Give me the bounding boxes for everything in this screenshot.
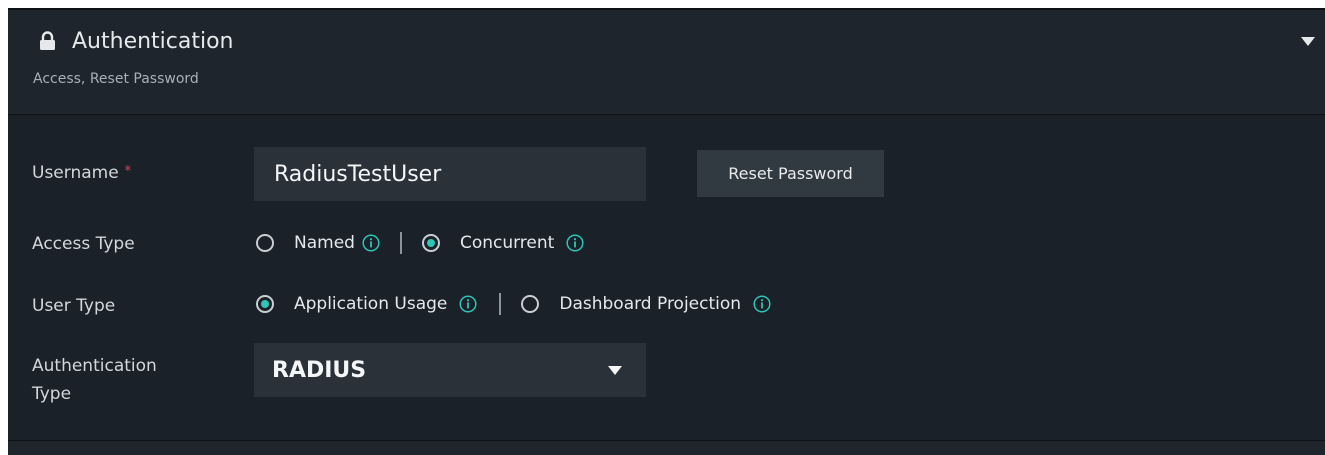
- authentication-type-label: Authentication Type: [32, 352, 157, 408]
- username-label: Username *: [32, 160, 131, 185]
- user-type-application-usage-radio[interactable]: [256, 295, 274, 313]
- access-type-radio-group: Named Concurrent: [256, 231, 584, 255]
- radio-selected-dot: [426, 239, 435, 247]
- access-type-concurrent-label[interactable]: Concurrent: [460, 233, 554, 253]
- username-label-text: Username: [32, 163, 119, 183]
- user-type-application-usage-label[interactable]: Application Usage: [294, 294, 447, 314]
- access-type-concurrent-radio[interactable]: [421, 234, 440, 252]
- info-icon[interactable]: [362, 234, 380, 252]
- user-type-radio-group: Application Usage Dashboard Projection: [256, 292, 771, 316]
- user-type-label: User Type: [32, 296, 116, 316]
- authentication-type-select[interactable]: RADIUS: [254, 343, 646, 397]
- required-marker: *: [124, 164, 132, 179]
- section-subtitle: Access, Reset Password: [33, 71, 199, 87]
- reset-password-button[interactable]: Reset Password: [697, 150, 884, 197]
- user-type-dashboard-projection-label[interactable]: Dashboard Projection: [559, 294, 741, 314]
- chevron-down-icon: [608, 365, 622, 375]
- access-type-label: Access Type: [32, 234, 135, 254]
- info-icon[interactable]: [459, 295, 477, 313]
- authentication-panel: Authentication Access, Reset Password Us…: [8, 8, 1325, 455]
- user-type-dashboard-projection-radio[interactable]: [521, 295, 540, 313]
- username-input[interactable]: [254, 147, 646, 201]
- authentication-type-label-line2: Type: [32, 384, 72, 404]
- info-icon[interactable]: [566, 234, 584, 252]
- option-separator: [399, 232, 402, 254]
- access-type-named-radio[interactable]: [256, 234, 274, 252]
- caret-down-icon[interactable]: [1301, 37, 1315, 46]
- access-type-named-label[interactable]: Named: [294, 233, 355, 253]
- authentication-type-label-line1: Authentication: [32, 356, 157, 376]
- section-header[interactable]: Authentication Access, Reset Password: [8, 10, 1325, 115]
- authentication-type-value: RADIUS: [272, 357, 367, 383]
- option-separator: [499, 293, 502, 315]
- info-icon[interactable]: [753, 295, 771, 313]
- section-title: Authentication: [72, 29, 234, 54]
- lock-icon: [40, 31, 55, 50]
- radio-selected-dot: [261, 300, 269, 308]
